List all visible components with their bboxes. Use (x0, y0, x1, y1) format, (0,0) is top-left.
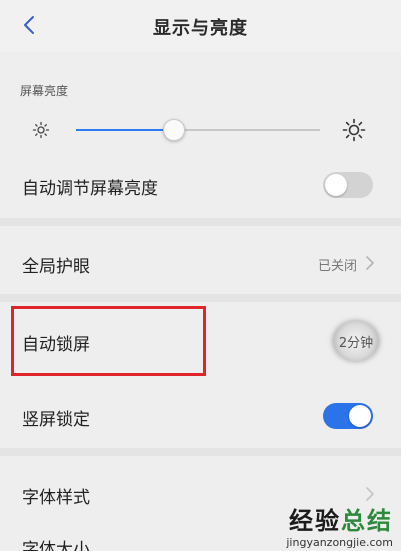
eye-protection-label: 全局护眼 (22, 257, 90, 277)
sun-large-icon (342, 118, 366, 142)
sun-small-icon (32, 121, 50, 139)
brightness-slider-row (0, 112, 401, 148)
brightness-slider[interactable] (76, 119, 320, 141)
watermark-url: jingyanzongjie.com (286, 536, 393, 549)
watermark-title-part1: 经验 (289, 507, 341, 535)
auto-brightness-label: 自动调节屏幕亮度 (22, 179, 158, 199)
row-eye-protection[interactable]: 全局护眼 已关闭 (0, 235, 401, 291)
chevron-right-icon (366, 256, 374, 270)
eye-protection-status: 已关闭 (317, 259, 357, 274)
portrait-lock-toggle[interactable] (323, 403, 373, 429)
font-style-label: 字体样式 (22, 488, 90, 508)
auto-brightness-toggle[interactable] (323, 172, 373, 198)
section-divider (0, 218, 401, 226)
portrait-lock-label: 竖屏锁定 (22, 410, 90, 430)
header-bar: 显示与亮度 (0, 0, 401, 52)
auto-lock-value-badge[interactable]: 2分钟 (333, 321, 379, 361)
watermark: 经验总结 jingyanzongjie.com (243, 501, 393, 549)
brightness-slider-thumb[interactable] (163, 119, 185, 141)
row-portrait-lock[interactable]: 竖屏锁定 (0, 388, 401, 444)
screen: 显示与亮度 屏幕亮度 自动调节屏幕亮度 全局护眼 已关闭 自动锁屏 2分钟 竖屏… (0, 0, 401, 551)
section-divider (0, 448, 401, 456)
chevron-right-icon (366, 487, 374, 501)
toggle-knob (349, 405, 371, 427)
watermark-title-part2: 总结 (341, 507, 393, 535)
section-divider (0, 294, 401, 302)
watermark-title: 经验总结 (243, 501, 393, 536)
auto-lock-value: 2分钟 (338, 336, 374, 351)
brightness-slider-fill (76, 129, 174, 131)
highlight-annotation (11, 306, 206, 376)
toggle-knob (325, 174, 347, 196)
font-size-label: 字体大小 (22, 540, 90, 551)
page-title: 显示与亮度 (153, 18, 248, 39)
row-auto-brightness[interactable]: 自动调节屏幕亮度 (0, 157, 401, 213)
brightness-section-title: 屏幕亮度 (20, 84, 69, 98)
